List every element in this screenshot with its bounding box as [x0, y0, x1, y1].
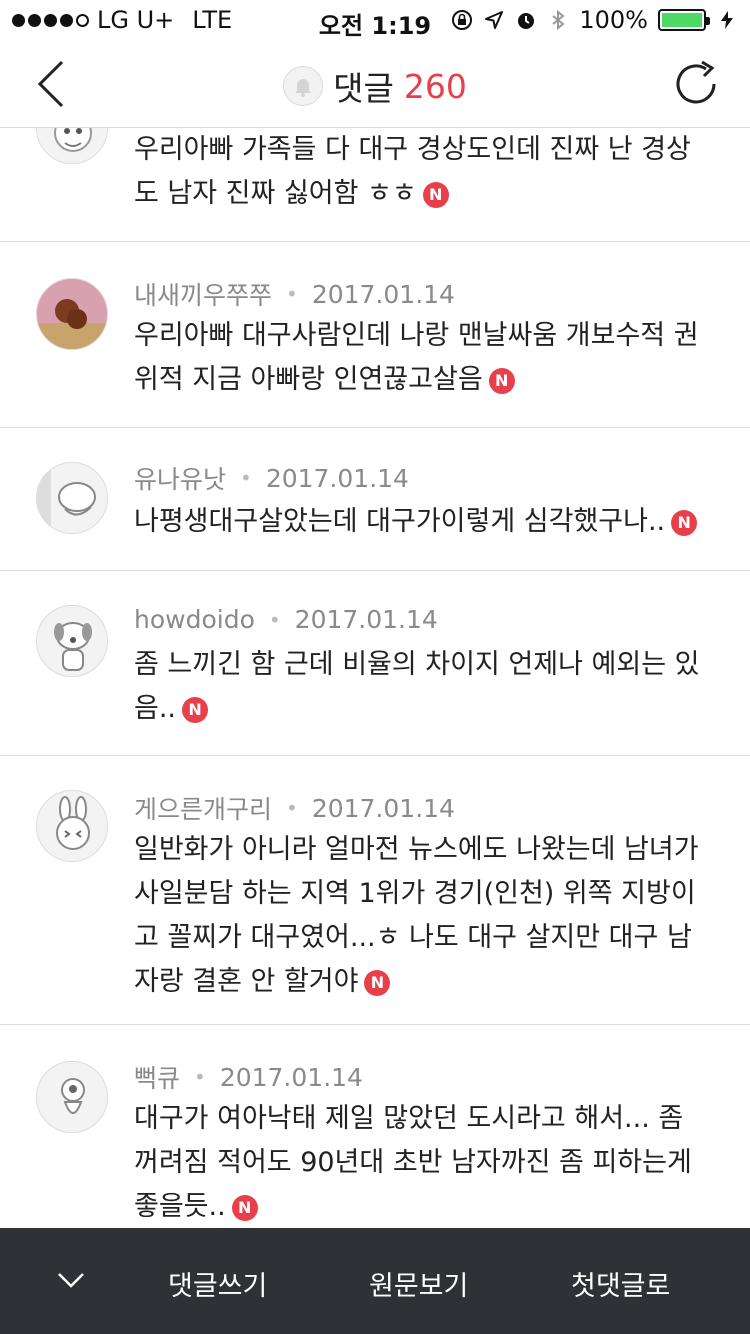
comment-meta: howdoido • 2017.01.14 [134, 605, 438, 634]
comment-meta: 내새끼우쭈쭈 • 2017.01.14 [134, 276, 455, 312]
location-arrow-icon [485, 11, 504, 29]
meta-separator: • [240, 466, 252, 490]
dog-photo-avatar [37, 279, 107, 349]
comment-body: 나평생대구살았는데 대구가이렇게 심각했구나.. [134, 506, 666, 537]
avatar[interactable] [36, 605, 108, 677]
cartoon-character-icon [54, 128, 92, 152]
comment-text: 우리아빠 대구사람인데 나랑 맨날싸움 개보수적 권위적 지금 아빠랑 인연끊고… [134, 314, 714, 402]
comment-item: 우리아빠 가족들 다 대구 경상도인데 진짜 난 경상도 남자 진짜 싫어함 ㅎ… [0, 128, 750, 242]
author-name[interactable]: 뻑큐 [134, 1059, 180, 1095]
status-bar: LG U+ LTE 오전 1:19 100% [0, 0, 750, 40]
new-badge: N [488, 368, 515, 394]
bell-icon[interactable] [283, 66, 324, 106]
new-badge: N [231, 1195, 258, 1221]
avatar[interactable] [36, 790, 108, 862]
battery-percent: 100% [579, 6, 648, 34]
charging-bolt-icon [721, 11, 733, 29]
new-badge: N [364, 970, 391, 996]
comment-meta: 유나유낫 • 2017.01.14 [134, 460, 409, 496]
comment-text: 우리아빠 가족들 다 대구 경상도인데 진짜 난 경상도 남자 진짜 싫어함 ㅎ… [134, 128, 714, 216]
comment-date: 2017.01.14 [311, 793, 455, 823]
comment-text: 일반화가 아니라 얼마전 뉴스에도 나왔는데 남녀가사일분담 하는 지역 1위가… [134, 828, 714, 1004]
comment-date: 2017.01.14 [219, 1062, 363, 1092]
first-comment-button[interactable]: 첫댓글로 [571, 1264, 670, 1303]
comment-meta: 게으른개구리 • 2017.01.14 [134, 790, 455, 826]
meta-separator: • [286, 282, 298, 306]
comment-body: 대구가 여아낙태 제일 많았던 도시라고 해서... 좀 꺼려짐 적어도 90년… [134, 1103, 692, 1222]
author-name[interactable]: howdoido [134, 605, 255, 634]
comment-meta: 뻑큐 • 2017.01.14 [134, 1059, 363, 1095]
comment-body: 우리아빠 가족들 다 대구 경상도인데 진짜 난 경상도 남자 진짜 싫어함 ㅎ… [134, 134, 691, 209]
navigation-bar: 댓글 260 [0, 40, 750, 128]
meta-separator: • [286, 796, 298, 820]
status-right: 100% [451, 6, 738, 34]
comment-body: 좀 느끼긴 함 근데 비율의 차이지 언제나 예외는 있음.. [134, 649, 700, 724]
alarm-clock-icon [518, 13, 535, 29]
new-badge: N [182, 697, 209, 723]
cartoon-rabbit-avatar [56, 796, 90, 850]
avatar[interactable] [36, 278, 108, 350]
comment-text: 대구가 여아낙태 제일 많았던 도시라고 해서... 좀 꺼려짐 적어도 90년… [134, 1097, 714, 1228]
rotation-lock-icon [452, 10, 473, 30]
comment-item: howdoido • 2017.01.14 좀 느끼긴 함 근데 비율의 차이지… [0, 571, 750, 756]
page-title: 댓글 260 [0, 62, 750, 110]
avatar[interactable] [36, 462, 108, 534]
avatar[interactable] [36, 1061, 108, 1133]
comment-item: 게으른개구리 • 2017.01.14 일반화가 아니라 얼마전 뉴스에도 나왔… [0, 756, 750, 1025]
author-name[interactable]: 내새끼우쭈쭈 [134, 276, 272, 312]
comment-list[interactable]: 우리아빠 가족들 다 대구 경상도인데 진짜 난 경상도 남자 진짜 싫어함 ㅎ… [0, 128, 750, 1228]
cartoon-dog-avatar [54, 622, 92, 671]
comment-body: 우리아빠 대구사람인데 나랑 맨날싸움 개보수적 권위적 지금 아빠랑 인연끊고… [134, 320, 699, 395]
comment-body: 일반화가 아니라 얼마전 뉴스에도 나왔는데 남녀가사일분담 하는 지역 1위가… [134, 834, 699, 997]
meta-separator: • [268, 607, 281, 632]
battery-icon [658, 9, 710, 31]
comment-count: 260 [403, 66, 467, 106]
title-label: 댓글 [333, 69, 394, 108]
author-name[interactable]: 유나유낫 [134, 460, 226, 496]
comment-text: 좀 느끼긴 함 근데 비율의 차이지 언제나 예외는 있음.. N [134, 643, 714, 731]
cartoon-face-avatar [37, 463, 96, 533]
avatar[interactable] [36, 128, 108, 164]
comment-date: 2017.01.14 [311, 279, 455, 309]
write-comment-button[interactable]: 댓글쓰기 [168, 1264, 267, 1303]
comment-item: 유나유낫 • 2017.01.14 나평생대구살았는데 대구가이렇게 심각했구나… [0, 428, 750, 571]
comment-text: 나평생대구살았는데 대구가이렇게 심각했구나.. N [134, 500, 714, 544]
cartoon-alien-avatar [61, 1078, 85, 1114]
new-badge: N [671, 510, 698, 536]
comment-date: 2017.01.14 [294, 605, 438, 634]
bottom-toolbar: 댓글쓰기 원문보기 첫댓글로 [0, 1228, 750, 1334]
refresh-button[interactable] [670, 58, 722, 110]
chevron-down-icon[interactable] [56, 1268, 86, 1292]
comment-date: 2017.01.14 [265, 463, 409, 493]
author-name[interactable]: 게으른개구리 [134, 790, 272, 826]
meta-separator: • [194, 1065, 206, 1089]
bluetooth-icon [552, 9, 565, 31]
comment-item: 내새끼우쭈쭈 • 2017.01.14 우리아빠 대구사람인데 나랑 맨날싸움 … [0, 242, 750, 428]
comment-item: 뻑큐 • 2017.01.14 대구가 여아낙태 제일 많았던 도시라고 해서.… [0, 1025, 750, 1228]
new-badge: N [422, 182, 449, 208]
view-original-button[interactable]: 원문보기 [369, 1264, 468, 1303]
